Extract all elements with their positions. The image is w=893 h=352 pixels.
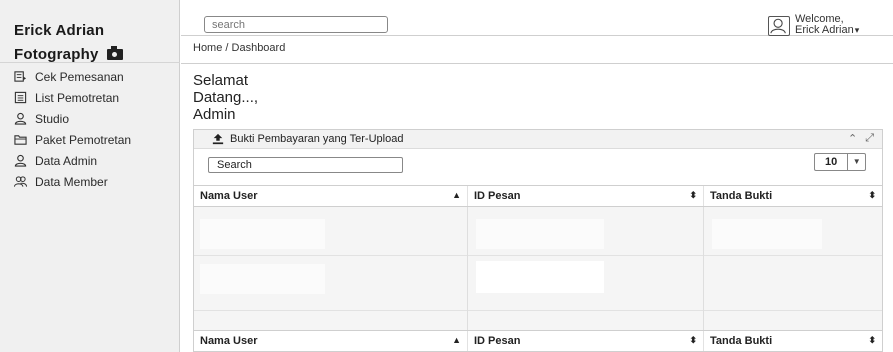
- sidebar-item-data-member[interactable]: Data Member: [14, 171, 131, 192]
- greeting-line: Selamat: [193, 72, 249, 89]
- sort-icon: ⬍: [868, 190, 876, 200]
- collapse-icon[interactable]: ⌃: [848, 132, 857, 145]
- table-search-input[interactable]: [208, 157, 403, 173]
- brand-title: Erick Adrian: [14, 22, 105, 39]
- sort-icon: ⬍: [689, 335, 697, 345]
- folder-icon: [14, 135, 27, 145]
- row-divider: [704, 310, 882, 311]
- table-column: [704, 207, 882, 330]
- breadcrumb: Home / Dashboard: [193, 42, 286, 54]
- user-menu[interactable]: Welcome, Erick Adrian▾: [795, 14, 859, 36]
- user-icon: [14, 112, 27, 125]
- chevron-down-icon: ▾: [854, 25, 860, 35]
- card-title-text: Bukti Pembayaran yang Ter-Upload: [230, 133, 404, 145]
- table-column: [194, 207, 468, 330]
- expand-icon[interactable]: ⤢: [865, 132, 874, 145]
- sidebar-item-studio[interactable]: Studio: [14, 108, 131, 129]
- column-footer-tanda-bukti[interactable]: Tanda Bukti ⬍: [704, 331, 882, 351]
- page-size-select[interactable]: 10 ▼: [814, 153, 866, 171]
- sidebar-item-label: Studio: [35, 111, 70, 126]
- column-label: ID Pesan: [474, 190, 521, 202]
- divider: [0, 62, 180, 63]
- placeholder-cell: [200, 264, 325, 294]
- page-title: Selamat Datang..., Admin: [193, 72, 258, 123]
- sidebar-item-label: Data Admin: [35, 153, 98, 168]
- page-size-value: 10: [825, 156, 838, 168]
- greeting-line: Datang...,: [193, 89, 259, 106]
- user-icon: [14, 154, 27, 167]
- avatar[interactable]: [768, 16, 790, 36]
- row-divider: [468, 310, 703, 311]
- brand-subtitle: Fotography: [14, 46, 123, 63]
- dropdown-arrow-icon: ▼: [847, 154, 865, 170]
- payment-proof-card: Bukti Pembayaran yang Ter-Upload ⌃ ⤢ 10 …: [193, 129, 883, 352]
- column-label: Tanda Bukti: [710, 190, 773, 202]
- greeting-line: Admin: [193, 106, 236, 123]
- sidebar-item-label: List Pemotretan: [35, 90, 120, 105]
- sort-icon: ⬍: [868, 335, 876, 345]
- placeholder-cell: [476, 261, 604, 293]
- sidebar-item-cek-pemesanan[interactable]: Cek Pemesanan: [14, 66, 131, 87]
- sort-asc-icon: ▲: [452, 190, 461, 200]
- sidebar-item-data-admin[interactable]: Data Admin: [14, 150, 131, 171]
- column-header-id-pesan[interactable]: ID Pesan ⬍: [468, 186, 704, 206]
- card-header: Bukti Pembayaran yang Ter-Upload ⌃ ⤢: [194, 130, 882, 149]
- column-label: Nama User: [200, 335, 258, 347]
- breadcrumb-bar: Home / Dashboard: [181, 37, 893, 64]
- column-label: Tanda Bukti: [710, 335, 773, 347]
- sidebar-item-paket-pemotretan[interactable]: Paket Pemotretan: [14, 129, 131, 150]
- table-footer: Nama User ▲ ID Pesan ⬍ Tanda Bukti ⬍: [194, 330, 882, 352]
- column-header-tanda-bukti[interactable]: Tanda Bukti ⬍: [704, 186, 882, 206]
- list-icon: [14, 91, 27, 104]
- card-tools: ⌃ ⤢: [848, 132, 874, 145]
- column-label: Nama User: [200, 190, 258, 202]
- sort-icon: ⬍: [689, 190, 697, 200]
- top-header: Welcome, Erick Adrian▾: [181, 0, 893, 36]
- card-title: Bukti Pembayaran yang Ter-Upload: [212, 133, 403, 145]
- sidebar-item-label: Cek Pemesanan: [35, 69, 124, 84]
- brand-subtitle-text: Fotography: [14, 46, 99, 63]
- row-divider: [468, 255, 703, 256]
- column-footer-id-pesan[interactable]: ID Pesan ⬍: [468, 331, 704, 351]
- placeholder-cell: [200, 219, 325, 249]
- sidebar-nav: Cek Pemesanan List Pemotretan Studio Pak…: [14, 66, 131, 192]
- table-header: Nama User ▲ ID Pesan ⬍ Tanda Bukti ⬍: [194, 185, 882, 207]
- camera-icon: [106, 46, 123, 60]
- clipboard-check-icon: [14, 71, 27, 82]
- users-icon: [14, 176, 27, 187]
- column-label: ID Pesan: [474, 335, 521, 347]
- sort-asc-icon: ▲: [452, 335, 461, 345]
- row-divider: [194, 255, 467, 256]
- user-icon: [770, 18, 786, 34]
- sidebar-item-label: Paket Pemotretan: [35, 132, 132, 147]
- sidebar: Erick Adrian Fotography Cek Pemesanan Li…: [0, 0, 180, 352]
- upload-icon: [212, 133, 224, 145]
- placeholder-cell: [712, 219, 822, 249]
- row-divider: [704, 255, 882, 256]
- column-header-nama-user[interactable]: Nama User ▲: [194, 186, 468, 206]
- placeholder-cell: [476, 219, 604, 249]
- row-divider: [194, 310, 467, 311]
- table-column: [468, 207, 704, 330]
- search-input[interactable]: [204, 16, 388, 33]
- sidebar-item-label: Data Member: [35, 174, 108, 189]
- table-body: [194, 207, 882, 330]
- column-footer-nama-user[interactable]: Nama User ▲: [194, 331, 468, 351]
- user-name: Erick Adrian: [795, 24, 854, 36]
- sidebar-item-list-pemotretan[interactable]: List Pemotretan: [14, 87, 131, 108]
